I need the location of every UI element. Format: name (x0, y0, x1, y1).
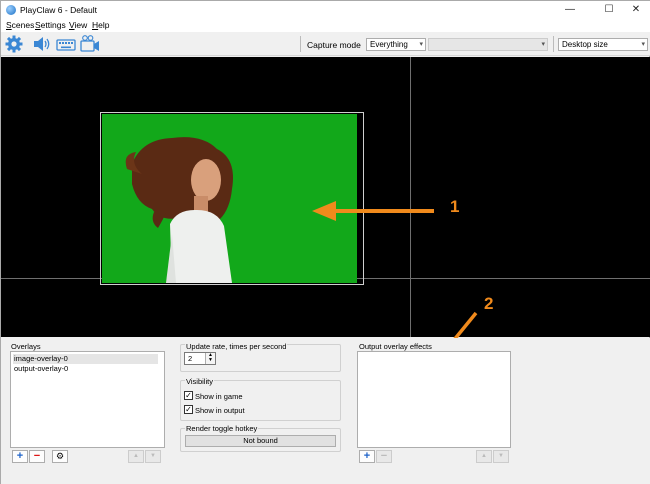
title-bar: PlayClaw 6 - Default — ☐ ✕ (1, 1, 650, 19)
move-overlay-down-button[interactable]: ▼ (145, 450, 161, 463)
output-size-value: Desktop size (562, 40, 608, 49)
capture-mode-select[interactable]: Everything ▾ (366, 38, 426, 51)
spinner-arrows[interactable]: ▲ ▼ (205, 353, 215, 364)
update-rate-value: 2 (188, 354, 193, 363)
remove-effect-button[interactable]: − (376, 450, 392, 463)
playclaw-logo-icon (6, 5, 16, 15)
capture-mode-value: Everything (370, 40, 408, 49)
menu-scenes[interactable]: Scenes (6, 20, 34, 30)
list-item-image-overlay[interactable]: image-overlay-0 (13, 354, 158, 364)
chevron-down-icon: ▾ (641, 41, 645, 48)
chevron-down-icon: ▾ (541, 41, 545, 48)
capture-mode-label: Capture mode (307, 40, 361, 50)
show-in-output-label: Show in output (195, 406, 245, 415)
settings-gear-icon[interactable] (4, 34, 24, 54)
keyboard-icon[interactable] (56, 34, 76, 54)
move-effect-up-button[interactable]: ▲ (476, 450, 492, 463)
menu-bar: Scenes Settings View Help (1, 19, 650, 32)
scene-preview[interactable]: 1 2 (1, 57, 650, 337)
callout-number-1: 1 (450, 197, 460, 216)
menu-help[interactable]: Help (92, 20, 109, 30)
toolbar-separator (553, 36, 554, 52)
update-rate-spinner[interactable]: 2 ▲ ▼ (184, 352, 216, 365)
minimize-button[interactable]: — (555, 1, 585, 19)
window-title: PlayClaw 6 - Default (20, 5, 98, 15)
remove-overlay-button[interactable]: − (29, 450, 45, 463)
capture-target-select[interactable]: ▾ (428, 38, 548, 51)
overlay-settings-panel: Overlays image-overlay-0 output-overlay-… (1, 338, 650, 484)
toolbar: Capture mode Everything ▾ ▾ Desktop size… (1, 32, 650, 56)
chevron-down-icon: ▾ (419, 41, 423, 48)
effects-label: Output overlay effects (359, 342, 432, 351)
camera-icon[interactable] (80, 34, 100, 54)
add-overlay-button[interactable]: + (12, 450, 28, 463)
show-in-output-checkbox[interactable]: ✓ (184, 405, 193, 414)
show-in-game-label: Show in game (195, 392, 243, 401)
callout-arrow-1 (312, 201, 434, 221)
visibility-label: Visibility (185, 377, 214, 386)
overlays-label: Overlays (11, 342, 41, 351)
list-item-output-overlay[interactable]: output-overlay-0 (13, 364, 158, 374)
update-rate-label: Update rate, times per second (185, 342, 288, 351)
show-in-game-checkbox[interactable]: ✓ (184, 391, 193, 400)
hotkey-label: Render toggle hotkey (185, 424, 259, 433)
close-button[interactable]: ✕ (621, 1, 650, 19)
toolbar-separator (300, 36, 301, 52)
app-window: PlayClaw 6 - Default — ☐ ✕ Scenes Settin… (0, 0, 650, 484)
spinner-down-icon[interactable]: ▼ (206, 358, 215, 363)
menu-view[interactable]: View (69, 20, 87, 30)
vertical-guide-line (410, 57, 411, 337)
add-effect-button[interactable]: + (359, 450, 375, 463)
callout-number-2: 2 (484, 294, 494, 313)
menu-settings[interactable]: Settings (35, 20, 66, 30)
hotkey-bind-button[interactable]: Not bound (185, 435, 336, 447)
overlays-list[interactable]: image-overlay-0 output-overlay-0 (10, 351, 165, 448)
move-overlay-up-button[interactable]: ▲ (128, 450, 144, 463)
move-effect-down-button[interactable]: ▼ (493, 450, 509, 463)
effects-list[interactable] (357, 351, 511, 448)
output-size-select[interactable]: Desktop size ▾ (558, 38, 648, 51)
maximize-button[interactable]: ☐ (594, 1, 624, 19)
overlay-settings-gear-icon[interactable]: ⚙ (52, 450, 68, 463)
audio-speaker-icon[interactable] (32, 34, 52, 54)
